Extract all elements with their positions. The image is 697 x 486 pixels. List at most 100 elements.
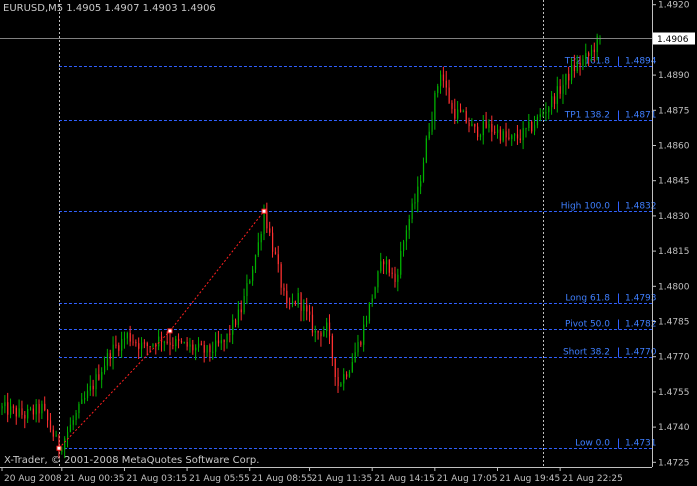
candle-body xyxy=(414,202,416,204)
candle-body xyxy=(351,362,353,372)
candle-body xyxy=(539,114,541,117)
candle-body xyxy=(337,377,339,387)
candle-body xyxy=(334,358,336,378)
candle-body xyxy=(158,336,160,347)
candle-body xyxy=(542,113,544,115)
candle-body xyxy=(411,203,413,220)
candle-body xyxy=(280,264,282,288)
candle-body xyxy=(109,353,111,359)
candle-body xyxy=(516,134,519,139)
candle-body xyxy=(445,80,447,88)
price-tick-label: 1.4800 xyxy=(658,282,690,292)
candle-body xyxy=(249,280,251,284)
candle-body xyxy=(496,129,499,133)
candle-body xyxy=(10,406,12,415)
candle-body xyxy=(428,131,430,139)
candle-body xyxy=(548,107,550,113)
fib-level-label: Short 38.2 xyxy=(563,348,610,358)
candle-body xyxy=(274,251,277,255)
candle-body xyxy=(169,342,171,345)
candle-body xyxy=(197,343,200,348)
fib-level-price: 1.4832 xyxy=(625,202,657,212)
candle-body xyxy=(32,408,35,415)
candle-body xyxy=(18,408,20,417)
candle-body xyxy=(331,335,334,359)
candle-body xyxy=(129,333,131,342)
time-tick-label: 21 Aug 08:55 xyxy=(252,474,313,484)
candle-body xyxy=(4,402,6,407)
candle-body xyxy=(468,122,470,127)
fib-level-label: TP2 161.8 xyxy=(564,57,611,67)
price-tick-label: 1.4770 xyxy=(658,353,690,363)
candle-body xyxy=(374,287,376,299)
candle-body xyxy=(457,109,459,119)
candle-body xyxy=(579,62,581,66)
candle-body xyxy=(78,403,80,414)
candle-body xyxy=(163,341,166,343)
candle-body xyxy=(465,111,467,123)
candle-body xyxy=(582,59,584,66)
candle-body xyxy=(477,126,479,137)
candle-body xyxy=(272,232,274,252)
time-tick-label: 21 Aug 14:15 xyxy=(374,474,435,484)
candle-body xyxy=(72,420,74,425)
fib-level-price: 1.4871 xyxy=(625,111,657,121)
candle-body xyxy=(52,429,54,437)
candle-body xyxy=(511,135,513,139)
candle-body xyxy=(200,343,203,346)
candle-body xyxy=(505,131,507,138)
candle-body xyxy=(559,86,561,94)
candle-body xyxy=(286,290,288,304)
time-tick-label: 21 Aug 22:25 xyxy=(562,474,623,484)
candle-body xyxy=(442,74,445,81)
candle-body xyxy=(149,346,151,348)
candle-body xyxy=(257,242,259,256)
candle-body xyxy=(431,119,433,132)
time-tick-label: 21 Aug 17:05 xyxy=(437,474,498,484)
candle-body xyxy=(354,352,356,363)
candle-body xyxy=(383,261,385,265)
time-tick-label: 20 Aug 2008 xyxy=(4,474,62,484)
symbol-info-label: EURUSD,M5 1.4905 1.4907 1.4903 1.4906 xyxy=(3,3,216,14)
candle-body xyxy=(471,123,473,127)
candle-body xyxy=(346,374,348,377)
candle-body xyxy=(422,162,425,182)
candle-body xyxy=(514,134,516,136)
candle-body xyxy=(545,112,547,114)
candle-body xyxy=(459,109,462,113)
candle-body xyxy=(551,96,553,108)
candle-body xyxy=(451,102,453,109)
candle-body xyxy=(488,123,490,128)
candle-body xyxy=(522,128,524,141)
fib-level-label: Pivot 50.0 xyxy=(565,320,610,330)
candle-body xyxy=(212,351,214,353)
candle-body xyxy=(491,123,493,132)
candle-body xyxy=(403,241,405,252)
candle-body xyxy=(132,341,134,343)
candle-body xyxy=(263,211,265,235)
candle-body xyxy=(135,342,137,344)
candle-body xyxy=(64,438,66,450)
candle-body xyxy=(573,65,576,71)
candle-body xyxy=(303,305,305,311)
candle-body xyxy=(237,309,240,325)
chart-canvas[interactable]: TP2 161.8 1.4894TP1 138.2 1.4871High 100.0… xyxy=(0,0,697,486)
candle-body xyxy=(420,181,422,187)
candle-body xyxy=(283,287,285,291)
time-tick-label: 21 Aug 11:35 xyxy=(312,474,373,484)
candle-body xyxy=(363,324,365,345)
candle-body xyxy=(260,234,262,243)
candle-body xyxy=(246,283,248,297)
candle-body xyxy=(525,128,527,130)
price-tick-label: 1.4815 xyxy=(658,247,690,257)
candle-body xyxy=(531,122,533,132)
fib-level-price: 1.4731 xyxy=(625,439,657,449)
candle-body xyxy=(571,65,573,81)
candle-body xyxy=(562,84,564,94)
price-tick-label: 1.4755 xyxy=(658,388,690,398)
candle-body xyxy=(425,138,427,163)
candle-body xyxy=(377,271,379,288)
price-tick-label: 1.4845 xyxy=(658,177,690,187)
zigzag-point xyxy=(56,445,62,451)
candle-body xyxy=(240,309,242,313)
